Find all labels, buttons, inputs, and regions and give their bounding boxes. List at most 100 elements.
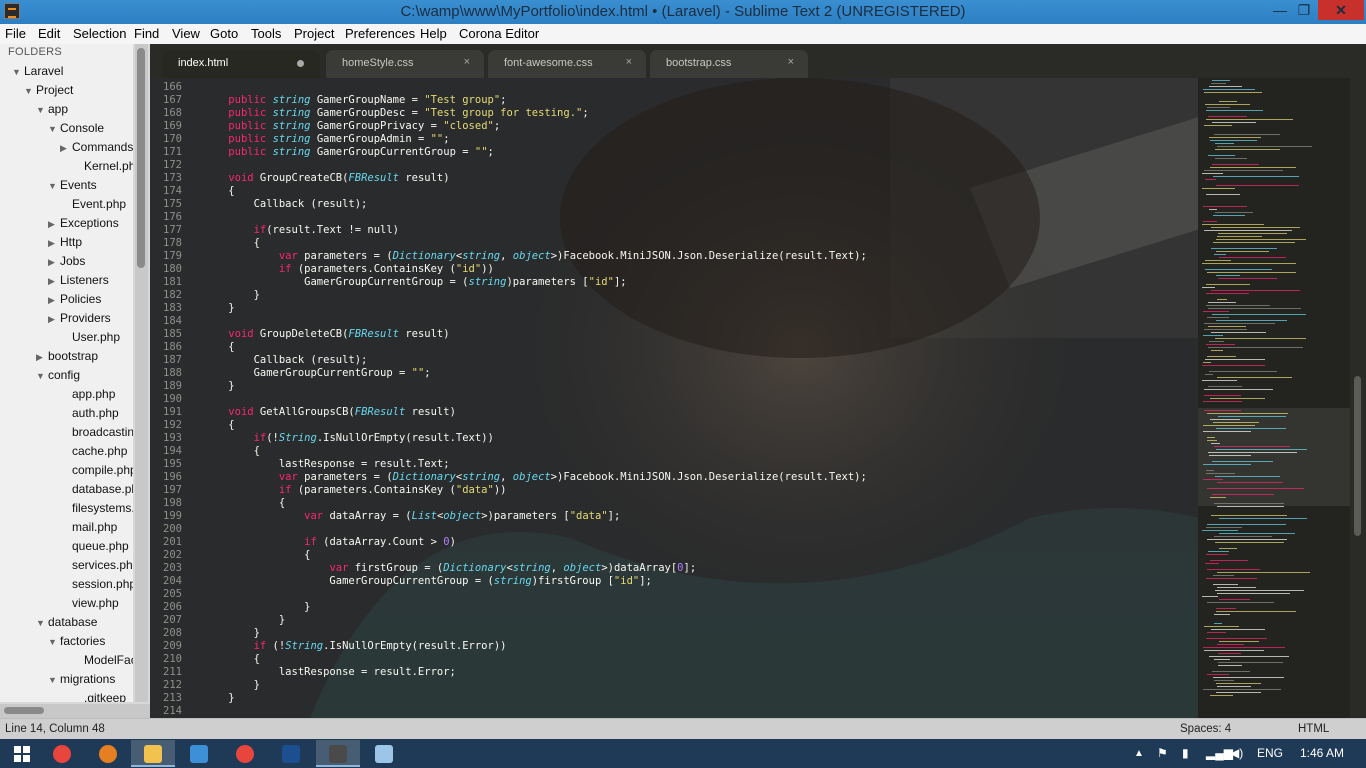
menu-preferences[interactable]: Preferences — [345, 26, 415, 41]
menu-corona-editor[interactable]: Corona Editor — [459, 26, 539, 41]
tree-item[interactable]: broadcasting. — [60, 423, 133, 441]
code-line[interactable]: GamerGroupCurrentGroup = ""; — [203, 367, 431, 380]
file-explorer-taskbar-button[interactable] — [131, 740, 175, 767]
expanded-arrow-icon[interactable]: ▼ — [48, 671, 60, 689]
code-line[interactable]: Callback (result); — [203, 198, 368, 211]
sidebar-scroll-thumb[interactable] — [137, 48, 145, 268]
menu-file[interactable]: File — [5, 26, 26, 41]
tree-item[interactable]: ▶ Jobs — [48, 252, 85, 270]
collapsed-arrow-icon[interactable]: ▶ — [48, 215, 60, 233]
code-line[interactable]: if(result.Text != null) — [203, 224, 399, 237]
tree-item[interactable]: filesystems.ph — [60, 499, 133, 517]
network-signal-icon[interactable]: ▂▄▆ — [1206, 746, 1233, 760]
collapsed-arrow-icon[interactable]: ▶ — [36, 348, 48, 366]
tree-item[interactable]: auth.php — [60, 404, 119, 422]
code-line[interactable]: { — [203, 419, 234, 432]
expanded-arrow-icon[interactable]: ▼ — [36, 614, 48, 632]
code-line[interactable]: } — [203, 679, 260, 692]
tree-item[interactable]: cache.php — [60, 442, 127, 460]
tree-item[interactable]: ▶ Http — [48, 233, 82, 251]
minimap[interactable] — [1198, 78, 1350, 718]
code-line[interactable]: } — [203, 614, 285, 627]
unsaved-dot-icon[interactable] — [297, 60, 304, 67]
tree-item[interactable]: ▼ Project — [24, 81, 73, 99]
code-line[interactable]: if (parameters.ContainsKey ("data")) — [203, 484, 507, 497]
collapsed-arrow-icon[interactable]: ▶ — [48, 234, 60, 252]
action-center-icon[interactable]: ⚑ — [1157, 746, 1168, 760]
code-line[interactable]: { — [203, 341, 234, 354]
tree-item[interactable]: ModelFacto — [72, 651, 133, 669]
volume-icon[interactable]: ◀) — [1230, 746, 1243, 760]
tree-item[interactable]: ▼ Laravel — [12, 62, 63, 80]
code-line[interactable]: public string GamerGroupAdmin = ""; — [203, 133, 449, 146]
tree-item[interactable]: ▼ config — [36, 366, 80, 384]
chrome-taskbar-button[interactable] — [223, 740, 267, 767]
code-line[interactable]: } — [203, 380, 234, 393]
clock[interactable]: 1:46 AM — [1300, 746, 1344, 760]
menu-help[interactable]: Help — [420, 26, 447, 41]
tree-item[interactable]: User.php — [60, 328, 120, 346]
tree-item[interactable]: ▼ Events — [48, 176, 97, 194]
code-line[interactable]: lastResponse = result.Text; — [203, 458, 450, 471]
tree-item[interactable]: mail.php — [60, 518, 117, 536]
sidebar-horizontal-scroll-thumb[interactable] — [4, 707, 44, 714]
code-line[interactable]: var parameters = (Dictionary<string, obj… — [203, 250, 867, 263]
expanded-arrow-icon[interactable]: ▼ — [48, 120, 60, 138]
code-line[interactable]: public string GamerGroupDesc = "Test gro… — [203, 107, 588, 120]
tree-item[interactable]: session.php — [60, 575, 133, 593]
tree-item[interactable]: compile.php — [60, 461, 133, 479]
code-line[interactable]: if (parameters.ContainsKey ("id")) — [203, 263, 494, 276]
collapsed-arrow-icon[interactable]: ▶ — [48, 272, 60, 290]
close-tab-icon[interactable]: × — [464, 56, 470, 68]
photoshop-taskbar-button[interactable] — [269, 740, 313, 767]
tree-item[interactable]: .gitkeep — [72, 689, 126, 702]
tree-item[interactable]: ▼ Console — [48, 119, 104, 137]
expanded-arrow-icon[interactable]: ▼ — [36, 367, 48, 385]
menu-selection[interactable]: Selection — [73, 26, 126, 41]
indentation-setting[interactable]: Spaces: 4 — [1180, 723, 1231, 735]
tree-item[interactable]: Kernel.php — [72, 157, 133, 175]
code-line[interactable]: { — [203, 653, 260, 666]
code-line[interactable]: } — [203, 627, 260, 640]
syntax-mode[interactable]: HTML — [1298, 723, 1329, 735]
close-tab-icon[interactable]: × — [788, 56, 794, 68]
tree-item[interactable]: ▼ migrations — [48, 670, 115, 688]
code-line[interactable]: public string GamerGroupPrivacy = "close… — [203, 120, 500, 133]
menu-edit[interactable]: Edit — [38, 26, 60, 41]
editor-scrollbar[interactable] — [1350, 78, 1366, 718]
minimize-button[interactable]: — — [1268, 0, 1292, 20]
code-line[interactable]: } — [203, 302, 234, 315]
tree-item[interactable]: ▶ Exceptions — [48, 214, 119, 232]
expanded-arrow-icon[interactable]: ▼ — [48, 177, 60, 195]
show-hidden-icons-icon[interactable]: ▲ — [1134, 748, 1144, 759]
tree-item[interactable]: ▶ bootstrap — [36, 347, 98, 365]
tree-item[interactable]: queue.php — [60, 537, 129, 555]
menu-project[interactable]: Project — [294, 26, 334, 41]
collapsed-arrow-icon[interactable]: ▶ — [48, 253, 60, 271]
code-line[interactable]: if(!String.IsNullOrEmpty(result.Text)) — [203, 432, 494, 445]
tree-item[interactable]: services.php — [60, 556, 133, 574]
tree-item[interactable]: app.php — [60, 385, 115, 403]
close-tab-icon[interactable]: × — [626, 56, 632, 68]
code-line[interactable]: if (!String.IsNullOrEmpty(result.Error)) — [203, 640, 507, 653]
code-line[interactable]: void GroupCreateCB(FBResult result) — [203, 172, 449, 185]
code-line[interactable]: public string GamerGroupCurrentGroup = "… — [203, 146, 494, 159]
tree-item[interactable]: ▶ Listeners — [48, 271, 109, 289]
expanded-arrow-icon[interactable]: ▼ — [24, 82, 36, 100]
code-line[interactable]: lastResponse = result.Error; — [203, 666, 456, 679]
code-line[interactable]: { — [203, 237, 260, 250]
close-button[interactable]: ✕ — [1318, 0, 1364, 20]
code-line[interactable]: public string GamerGroupName = "Test gro… — [203, 94, 506, 107]
notepad-taskbar-button[interactable] — [362, 740, 406, 767]
expanded-arrow-icon[interactable]: ▼ — [36, 101, 48, 119]
code-editor[interactable]: 166 167 168 169 170 171 172 173 174 175 176 177 178 1… — [150, 78, 1198, 718]
tab-homestyle-css[interactable]: homeStyle.css × — [326, 50, 484, 78]
sublime-text-taskbar-button[interactable] — [316, 740, 360, 767]
code-line[interactable]: var firstGroup = (Dictionary<string, obj… — [203, 562, 696, 575]
code-line[interactable]: GamerGroupCurrentGroup = (string)firstGr… — [203, 575, 651, 588]
collapsed-arrow-icon[interactable]: ▶ — [48, 310, 60, 328]
code-line[interactable]: } — [203, 692, 234, 705]
menu-goto[interactable]: Goto — [210, 26, 238, 41]
collapsed-arrow-icon[interactable]: ▶ — [48, 291, 60, 309]
tree-item[interactable]: ▶ Policies — [48, 290, 101, 308]
